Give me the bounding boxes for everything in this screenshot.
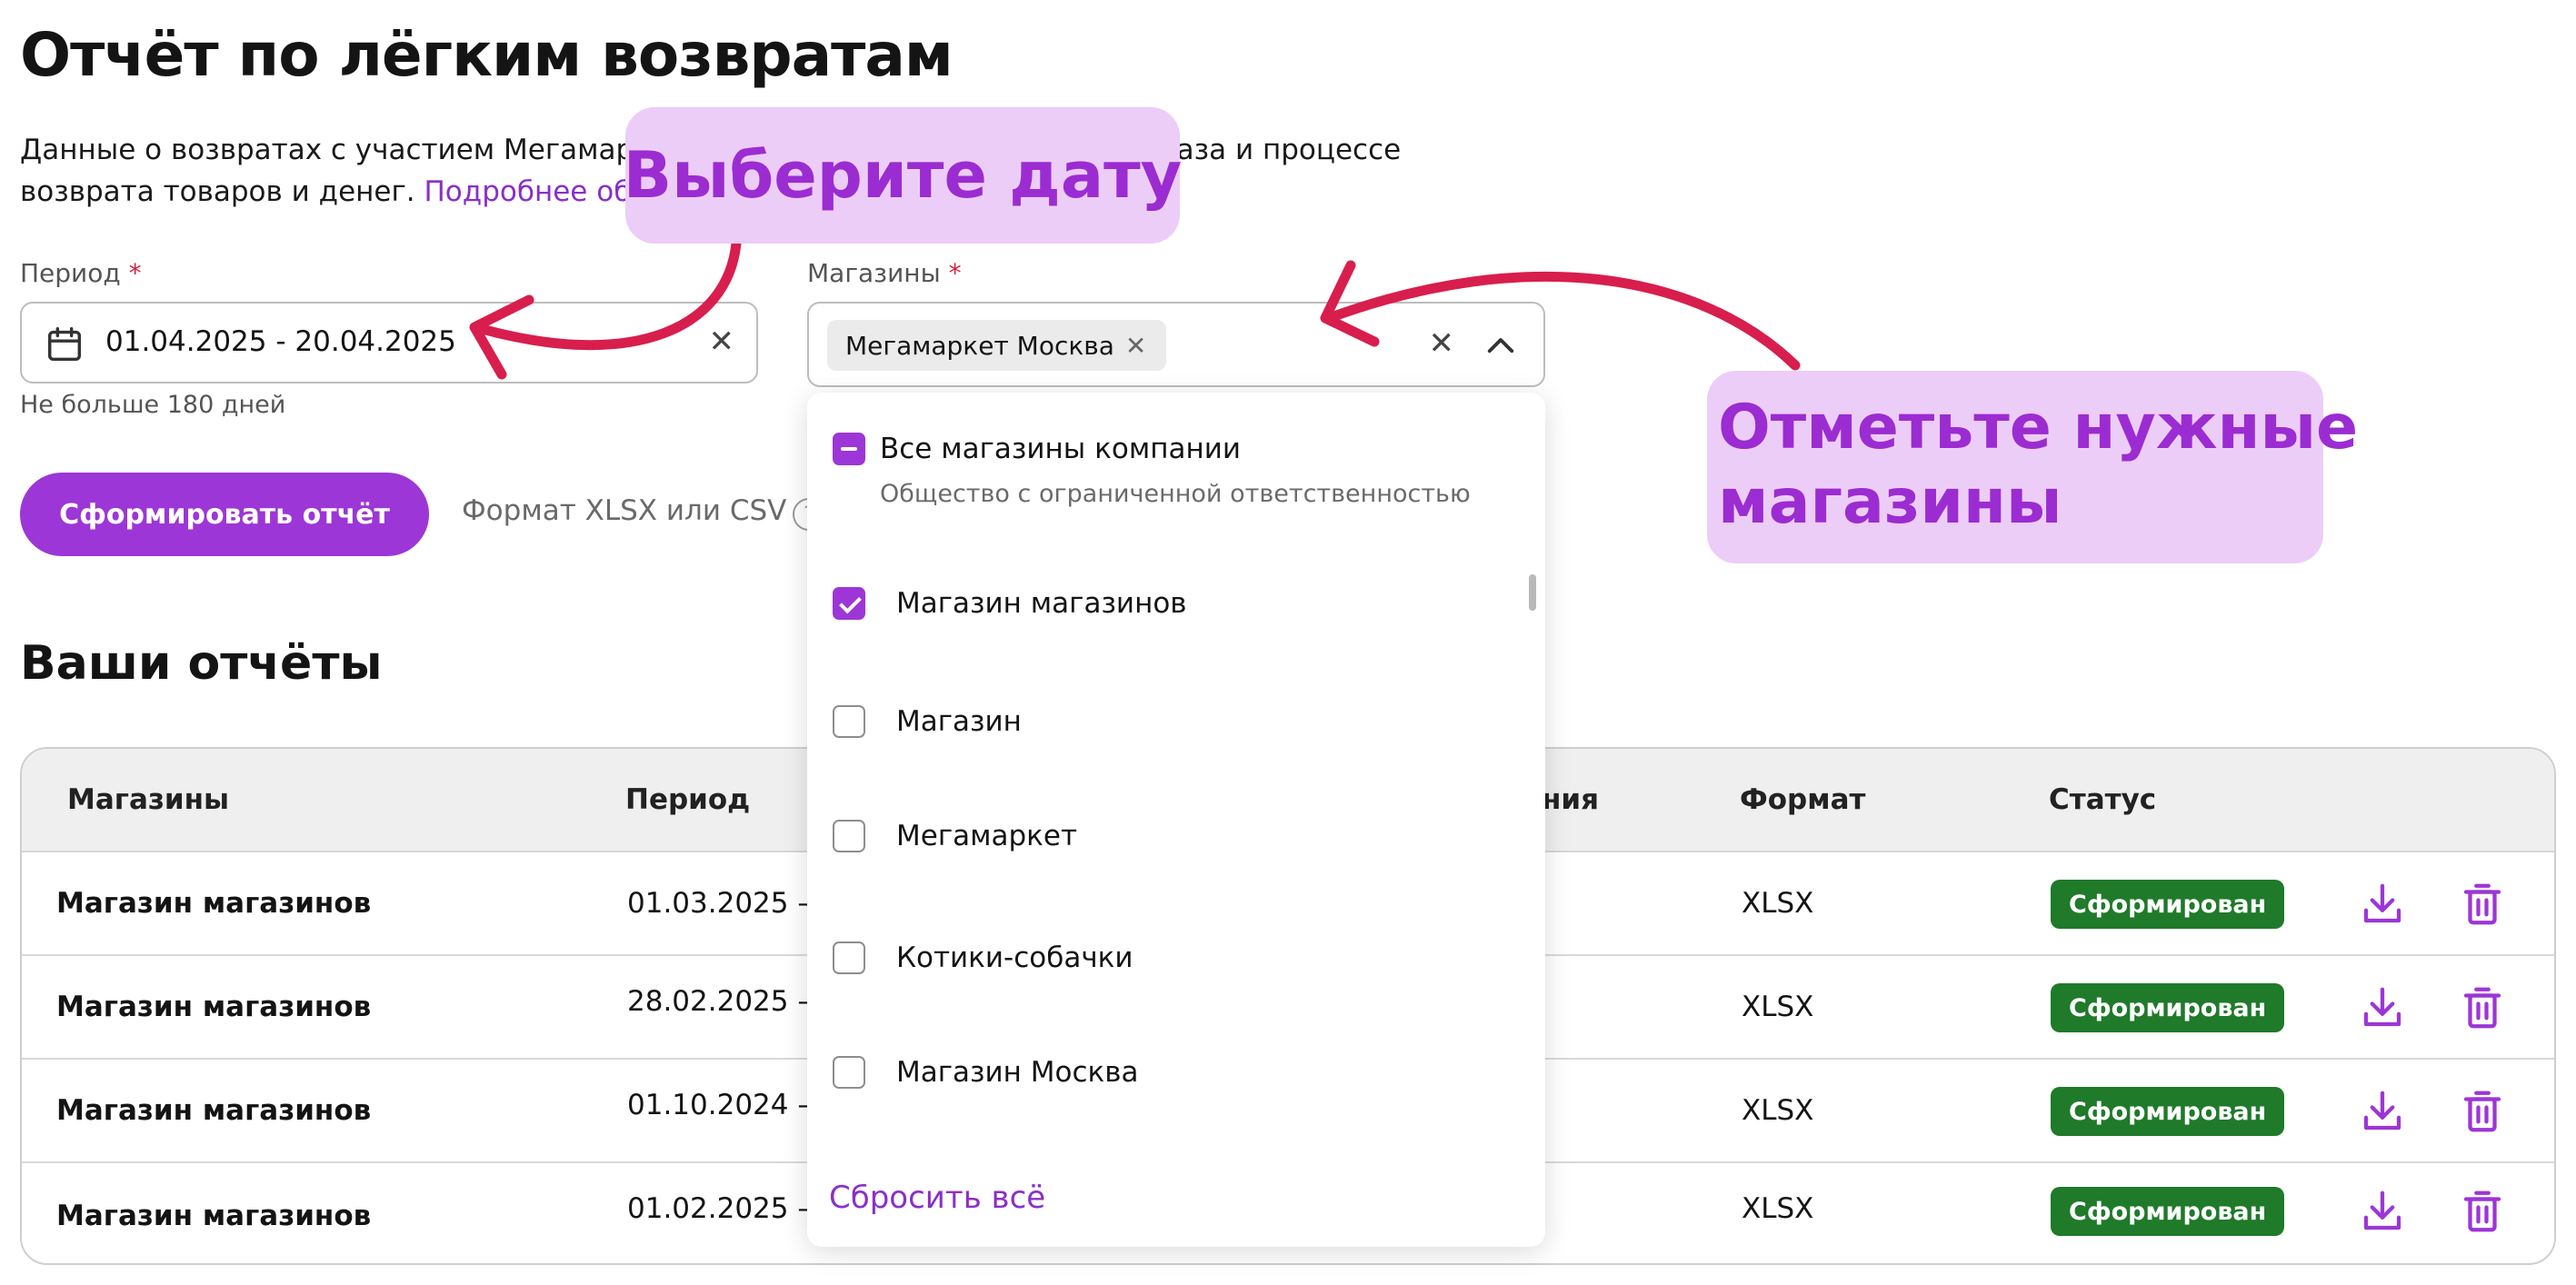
dropdown-option[interactable]: Магазин Москва bbox=[833, 1054, 1139, 1091]
row-store: Магазин магазинов bbox=[56, 1200, 372, 1232]
status-badge: Сформирован bbox=[2051, 1087, 2285, 1136]
option-checkbox[interactable] bbox=[833, 587, 865, 620]
row-period: 01.02.2025 – bbox=[627, 1192, 812, 1225]
store-chip-label: Мегамаркет Москва bbox=[845, 330, 1114, 361]
callout-stores-line1: Отметьте нужные bbox=[1718, 392, 2359, 463]
row-format: XLSX bbox=[1742, 1192, 1814, 1225]
status-badge: Сформирован bbox=[2051, 1187, 2285, 1236]
format-note: Формат XLSX или CSV bbox=[462, 494, 787, 527]
reports-title: Ваши отчёты bbox=[20, 636, 383, 691]
column-header-stores: Магазины bbox=[67, 783, 230, 816]
details-link[interactable]: Подробнее об о bbox=[424, 175, 657, 208]
calendar-icon bbox=[47, 327, 82, 362]
stores-clear-icon[interactable]: ✕ bbox=[1429, 325, 1455, 362]
trash-icon[interactable] bbox=[2458, 1187, 2507, 1236]
description-line2: возврата товаров и денег. bbox=[20, 175, 424, 208]
dropdown-option[interactable]: Котики-собачки bbox=[833, 940, 1133, 976]
option-checkbox[interactable] bbox=[833, 705, 865, 738]
download-icon[interactable] bbox=[2358, 880, 2407, 929]
generate-report-button[interactable]: Сформировать отчёт bbox=[20, 473, 429, 556]
period-hint: Не больше 180 дней bbox=[20, 391, 286, 419]
row-format: XLSX bbox=[1742, 1094, 1814, 1127]
option-label: Мегамаркет bbox=[896, 820, 1078, 852]
select-all-checkbox[interactable] bbox=[833, 433, 865, 465]
trash-icon[interactable] bbox=[2458, 880, 2507, 929]
company-name: Общество с ограниченной ответственностью bbox=[880, 480, 1471, 508]
period-input[interactable]: 01.04.2025 - 20.04.2025 ✕ bbox=[20, 302, 758, 384]
column-header-period: Период bbox=[625, 783, 751, 816]
period-label: Период * bbox=[20, 258, 142, 288]
row-format: XLSX bbox=[1742, 887, 1814, 920]
stores-dropdown: Все магазины компании Общество с огранич… bbox=[807, 393, 1545, 1247]
row-period: 28.02.2025 – bbox=[627, 985, 812, 1018]
column-header-date: ния bbox=[1542, 783, 1600, 816]
store-chip: Мегамаркет Москва ✕ bbox=[827, 320, 1167, 371]
dropdown-option[interactable]: Мегамаркет bbox=[833, 818, 1077, 854]
column-header-format: Формат bbox=[1740, 783, 1866, 816]
callout-select-stores: Отметьте нужные магазины bbox=[1707, 371, 2359, 563]
description-text: Данные о возвратах с участием Мегамарк bbox=[20, 134, 651, 166]
row-store: Магазин магазинов bbox=[56, 991, 372, 1023]
select-all-label[interactable]: Все магазины компании bbox=[880, 433, 1241, 465]
stores-label: Магазины * bbox=[807, 258, 962, 288]
option-label: Магазин Москва bbox=[896, 1056, 1139, 1089]
row-format: XLSX bbox=[1742, 991, 1814, 1023]
chip-remove-icon[interactable]: ✕ bbox=[1125, 331, 1146, 361]
row-store: Магазин магазинов bbox=[56, 1094, 372, 1127]
option-checkbox[interactable] bbox=[833, 820, 865, 852]
callout-stores-line2: магазины bbox=[1718, 466, 2062, 538]
download-icon[interactable] bbox=[2358, 983, 2407, 1032]
period-value: 01.04.2025 - 20.04.2025 bbox=[105, 325, 456, 358]
stores-select[interactable]: Мегамаркет Москва ✕ ✕ bbox=[807, 302, 1545, 387]
option-label: Котики-собачки bbox=[896, 941, 1133, 974]
chevron-up-icon[interactable] bbox=[1482, 327, 1520, 365]
column-header-status: Статус bbox=[2049, 783, 2157, 816]
trash-icon[interactable] bbox=[2458, 1087, 2507, 1136]
option-label: Магазин магазинов bbox=[896, 587, 1187, 620]
download-icon[interactable] bbox=[2358, 1187, 2407, 1236]
status-badge: Сформирован bbox=[2051, 983, 2285, 1032]
option-label: Магазин bbox=[896, 705, 1022, 738]
dropdown-option[interactable]: Магазин магазинов bbox=[833, 585, 1187, 622]
option-checkbox[interactable] bbox=[833, 1056, 865, 1089]
trash-icon[interactable] bbox=[2458, 983, 2507, 1032]
option-checkbox[interactable] bbox=[833, 941, 865, 974]
dropdown-scrollbar[interactable] bbox=[1529, 574, 1536, 611]
description-text-end: каза и процессе bbox=[1159, 134, 1402, 166]
status-badge: Сформирован bbox=[2051, 880, 2285, 929]
dropdown-option[interactable]: Магазин bbox=[833, 703, 1022, 740]
page-title: Отчёт по лёгким возвратам bbox=[20, 20, 954, 90]
period-clear-icon[interactable]: ✕ bbox=[709, 324, 735, 360]
row-store: Магазин магазинов bbox=[56, 887, 372, 920]
download-icon[interactable] bbox=[2358, 1087, 2407, 1136]
reset-all-link[interactable]: Сбросить всё bbox=[829, 1180, 1045, 1216]
callout-select-date: Выберите дату bbox=[624, 107, 1182, 244]
